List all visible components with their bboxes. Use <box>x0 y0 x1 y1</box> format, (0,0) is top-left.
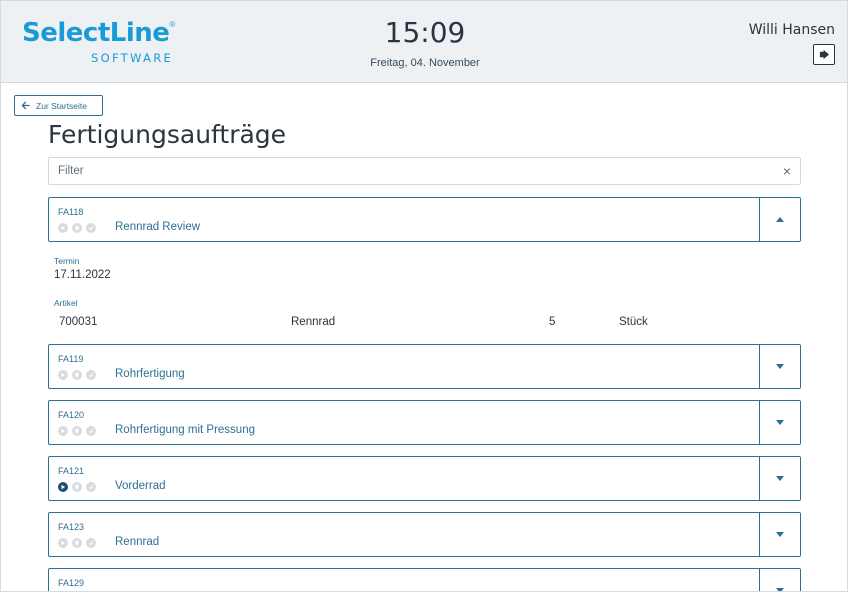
expand-toggle[interactable] <box>759 401 800 444</box>
done-status-icon <box>86 223 96 233</box>
order-name: Rohrfertigung <box>115 368 185 380</box>
expand-toggle[interactable] <box>759 457 800 500</box>
back-to-start-button[interactable]: Zur Startseite <box>14 95 103 116</box>
done-status-icon <box>86 370 96 380</box>
stop-status-icon <box>72 223 82 233</box>
order-number: FA129 <box>58 578 85 588</box>
done-status-icon <box>86 538 96 548</box>
artikel-name: Rennrad <box>291 316 336 328</box>
order-name: Rennrad Review <box>115 221 201 233</box>
app-header: SelectLine® SOFTWARE 15:09 Freitag, 04. … <box>1 1 847 83</box>
order-number: FA118 <box>58 207 84 217</box>
start-status-icon <box>58 426 68 436</box>
order-card[interactable]: FA120 Rohrfertigung mit Pressung <box>48 400 801 445</box>
filter-input[interactable] <box>58 165 758 177</box>
done-status-icon <box>86 426 96 436</box>
order-status-icons <box>58 482 96 492</box>
chevron-down-icon <box>776 532 784 537</box>
app-window: SelectLine® SOFTWARE 15:09 Freitag, 04. … <box>0 0 848 592</box>
expand-toggle[interactable] <box>759 513 800 556</box>
order-name: Vorderrad <box>115 480 166 492</box>
collapse-toggle[interactable] <box>759 198 800 241</box>
clock-date: Freitag, 04. November <box>370 57 480 69</box>
order-name: Rohrfertigung mit Pressung <box>115 424 255 436</box>
order-number: FA120 <box>58 410 85 420</box>
order-status-icons <box>58 370 96 380</box>
order-card[interactable]: FA118 Rennrad Review <box>48 197 801 242</box>
stop-status-icon <box>72 538 82 548</box>
logout-icon <box>819 49 829 60</box>
start-status-icon <box>58 482 68 492</box>
order-number: FA123 <box>58 522 85 532</box>
order-status-icons <box>58 538 96 548</box>
logout-button[interactable] <box>813 44 835 65</box>
chevron-up-icon <box>776 217 784 222</box>
termin-value: 17.11.2022 <box>54 269 111 281</box>
page-title: Fertigungsaufträge <box>48 120 287 149</box>
stop-status-icon <box>72 482 82 492</box>
order-status-icons <box>58 426 96 436</box>
artikel-label: Artikel <box>54 298 78 308</box>
back-button-label: Zur Startseite <box>36 100 88 111</box>
order-card[interactable]: FA123 Rennrad <box>48 512 801 557</box>
stop-status-icon <box>72 370 82 380</box>
expand-toggle[interactable] <box>759 345 800 388</box>
start-status-icon <box>58 538 68 548</box>
artikel-number: 700031 <box>59 316 98 328</box>
done-status-icon <box>86 482 96 492</box>
order-number: FA119 <box>58 354 84 364</box>
arrow-left-icon <box>21 101 30 110</box>
order-number: FA121 <box>58 466 85 476</box>
chevron-down-icon <box>776 364 784 369</box>
chevron-down-icon <box>776 588 784 591</box>
user-name: Willi Hansen <box>748 22 835 38</box>
expand-toggle[interactable] <box>759 569 800 591</box>
chevron-down-icon <box>776 476 784 481</box>
clock-time: 15:09 <box>384 16 466 49</box>
order-card[interactable]: FA129 <box>48 568 801 591</box>
artikel-quantity: 5 <box>549 316 556 328</box>
artikel-unit: Stück <box>619 316 648 328</box>
filter-field[interactable]: × <box>48 157 801 185</box>
chevron-down-icon <box>776 420 784 425</box>
order-status-icons <box>58 223 96 233</box>
stop-status-icon <box>72 426 82 436</box>
order-card[interactable]: FA121 Vorderrad <box>48 456 801 501</box>
start-status-icon <box>58 223 68 233</box>
clear-filter-icon[interactable]: × <box>783 163 791 179</box>
termin-label: Termin <box>54 256 80 266</box>
order-name: Rennrad <box>115 536 160 548</box>
start-status-icon <box>58 370 68 380</box>
order-card[interactable]: FA119 Rohrfertigung <box>48 344 801 389</box>
